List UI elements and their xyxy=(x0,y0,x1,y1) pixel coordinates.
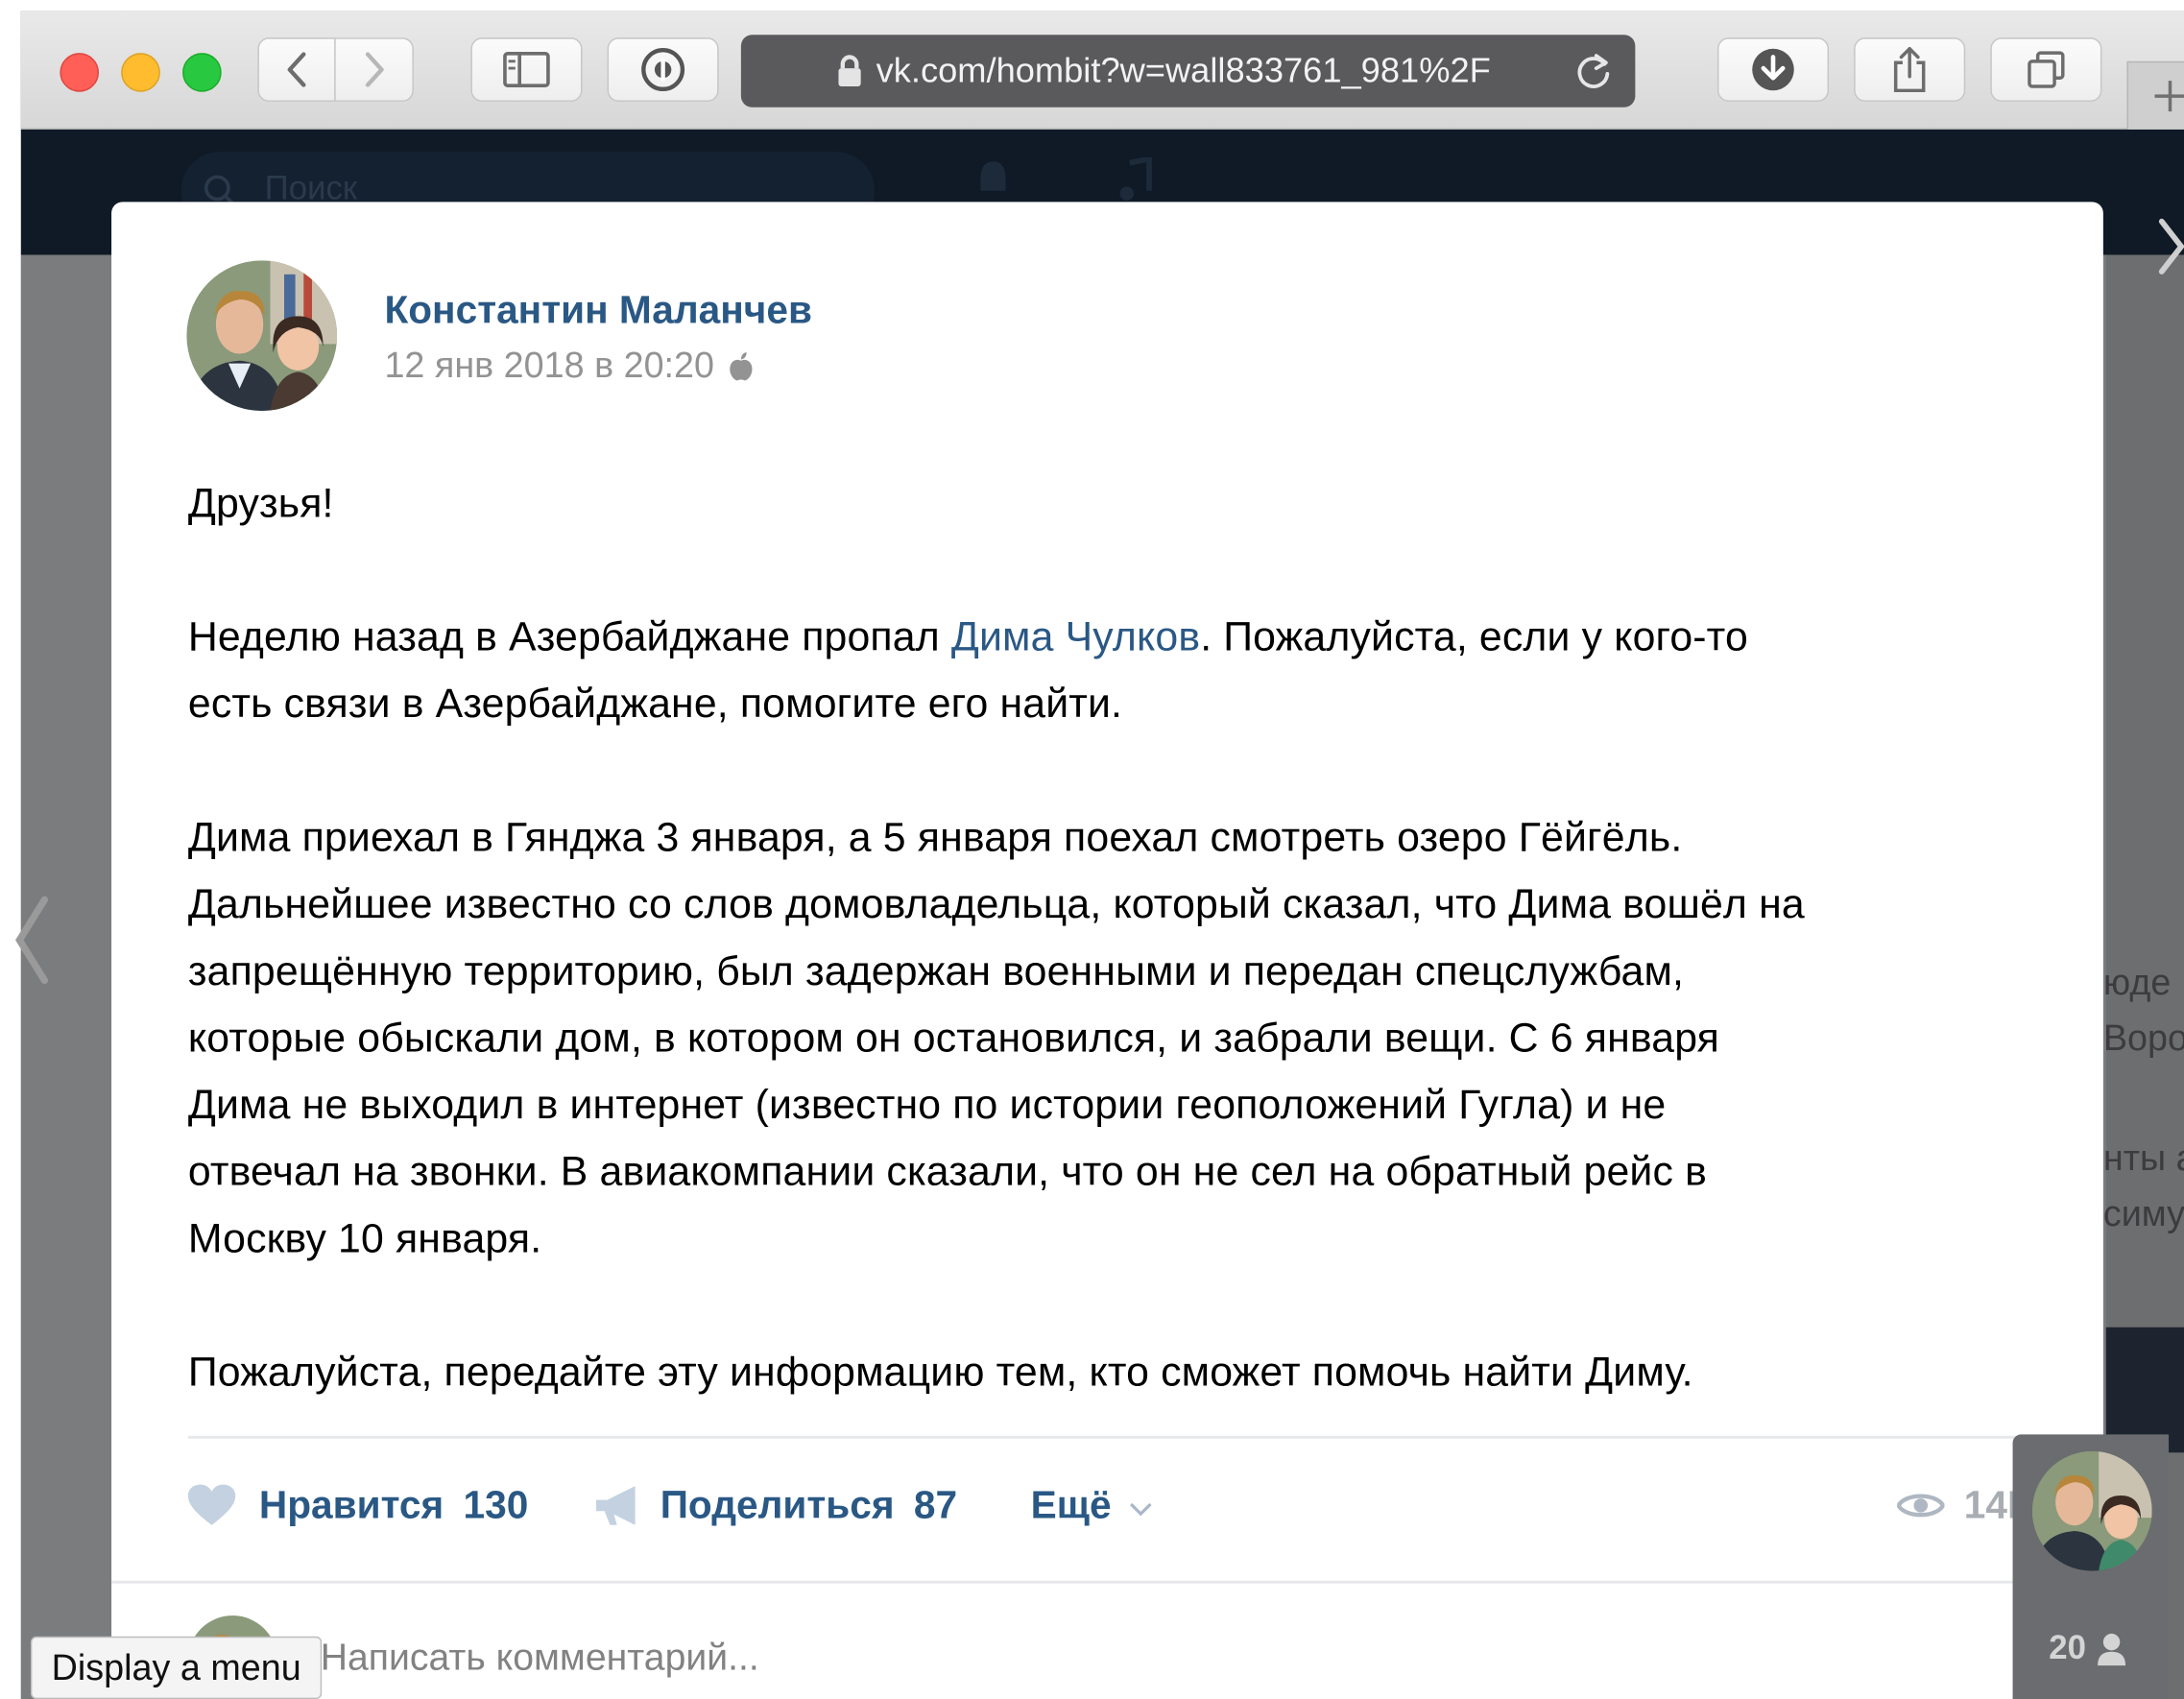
author-name[interactable]: Константин Маланчев xyxy=(384,288,811,332)
background-text-line: Воро xyxy=(2102,1017,2184,1059)
post-text-line: Дима не выходил в интернет (известно по … xyxy=(187,1082,1667,1129)
plus-icon xyxy=(2154,81,2184,112)
share-label: Поделиться xyxy=(660,1483,895,1527)
author-avatar[interactable] xyxy=(186,260,338,412)
address-bar[interactable]: vk.com/hombit?w=wall833761_981%2F xyxy=(740,35,1636,108)
post-text-line: Дальнейшее известно со слов домовладельц… xyxy=(187,881,1805,928)
back-icon xyxy=(287,52,306,87)
close-viewer-arrow[interactable] xyxy=(2156,216,2184,277)
apple-icon xyxy=(729,351,753,380)
sidebar-button[interactable] xyxy=(470,37,583,102)
chat-count: 20 xyxy=(2049,1629,2125,1669)
minimize-window-button[interactable] xyxy=(121,53,160,92)
chevron-down-icon xyxy=(1129,1502,1152,1517)
password-icon xyxy=(641,48,685,92)
like-label: Нравится xyxy=(258,1483,444,1527)
chat-widget[interactable]: 20 xyxy=(2012,1434,2170,1699)
post-text-line: есть связи в Азербайджане, помогите его … xyxy=(187,681,1123,728)
avatar-photo xyxy=(186,260,338,412)
tabs-icon xyxy=(2028,51,2065,88)
history-nav xyxy=(257,37,414,102)
heart-icon xyxy=(187,1484,236,1525)
like-count: 130 xyxy=(463,1483,529,1527)
chat-count-text: 20 xyxy=(2049,1629,2087,1667)
forward-icon xyxy=(365,52,383,87)
zoom-window-button[interactable] xyxy=(182,53,222,92)
lock-icon xyxy=(838,55,861,86)
previous-post-arrow[interactable] xyxy=(12,892,54,990)
post-text-line: Друзья! xyxy=(187,480,334,527)
like-button[interactable]: Нравится 130 xyxy=(186,1483,528,1527)
comment-input[interactable]: Написать комментарий... xyxy=(321,1637,759,1680)
background-text-line: нты а xyxy=(2102,1136,2184,1179)
sidebar-icon xyxy=(503,52,550,88)
chat-avatar[interactable] xyxy=(2031,1450,2152,1571)
megaphone-icon xyxy=(595,1486,636,1525)
post-text-line: которые обыскали дом, в котором он остан… xyxy=(187,1015,1720,1062)
divider xyxy=(111,1580,2103,1584)
more-menu-button[interactable]: Ещё xyxy=(1031,1483,1153,1527)
post-text-line: Москву 10 января. xyxy=(187,1215,542,1262)
share-count: 87 xyxy=(913,1483,958,1527)
post-text-line: Пожалуйста, передайте эту информацию тем… xyxy=(187,1349,1693,1396)
mentioned-person-link[interactable]: Дима Чулков xyxy=(951,614,1200,660)
eye-icon xyxy=(1897,1494,1945,1518)
post-card: Константин Маланчев 12 янв 2018 в 20:20 … xyxy=(111,202,2103,1699)
more-label: Ещё xyxy=(1030,1483,1112,1527)
post-text-segment: Неделю назад в Азербайджане пропал xyxy=(187,613,951,660)
notifications-icon[interactable] xyxy=(972,157,1015,204)
downloads-button[interactable] xyxy=(1716,37,1830,102)
post-text-line: Неделю назад в Азербайджане пропал Дима … xyxy=(188,614,1748,661)
person-icon xyxy=(2097,1633,2125,1666)
forward-button[interactable] xyxy=(335,37,414,102)
share-icon xyxy=(1893,47,1926,93)
new-tab-button[interactable] xyxy=(2126,60,2184,130)
back-button[interactable] xyxy=(257,37,336,102)
post-text-segment: . Пожалуйста, если у кого-то xyxy=(1200,613,1748,660)
music-icon[interactable] xyxy=(1118,156,1155,204)
share-button[interactable] xyxy=(1854,37,1966,102)
background-text-line: юде xyxy=(2102,961,2172,1003)
tooltip: Display a menu xyxy=(30,1636,323,1699)
browser-toolbar: vk.com/hombit?w=wall833761_981%2F xyxy=(20,11,2184,130)
background-text-line: симу xyxy=(2102,1191,2184,1234)
url-text: vk.com/hombit?w=wall833761_981%2F xyxy=(876,51,1491,91)
post-text-line: Дима приехал в Гянджа 3 января, а 5 янва… xyxy=(187,814,1683,861)
share-post-button[interactable]: Поделиться 87 xyxy=(593,1483,957,1527)
divider xyxy=(187,1435,2028,1439)
close-window-button[interactable] xyxy=(60,53,100,92)
post-text-line: отвечал на звонки. В авиакомпании сказал… xyxy=(187,1148,1707,1195)
post-date-text: 12 янв 2018 в 20:20 xyxy=(384,344,714,386)
post-text-line: запрещённую территорию, был задержан вое… xyxy=(187,948,1685,994)
reload-icon[interactable] xyxy=(1574,52,1614,91)
password-button[interactable] xyxy=(607,37,719,102)
post-date[interactable]: 12 янв 2018 в 20:20 xyxy=(384,344,753,387)
download-icon xyxy=(1752,48,1794,91)
tabs-overview-button[interactable] xyxy=(1990,37,2102,102)
avatar-photo xyxy=(2031,1450,2152,1571)
